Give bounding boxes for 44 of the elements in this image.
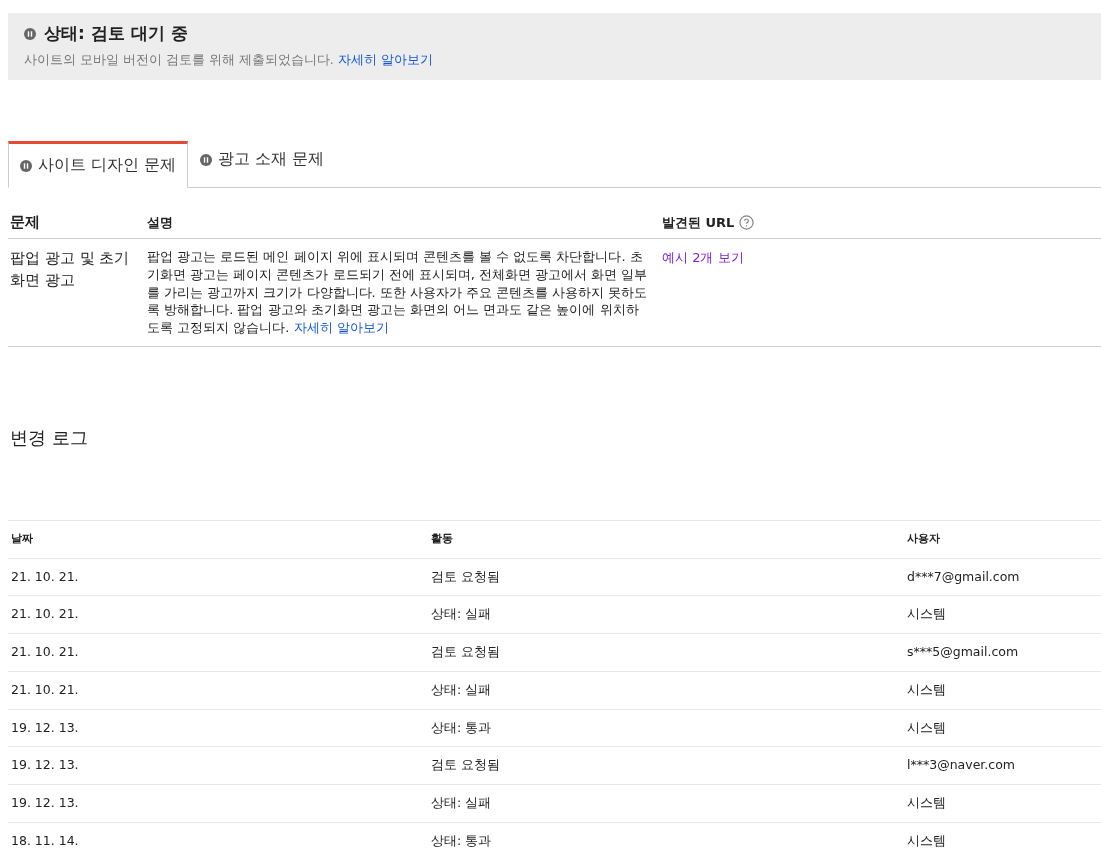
table-cell: 21. 10. 21.	[11, 681, 79, 697]
table-cell: 상태: 통과	[431, 832, 492, 848]
table-cell: 시스템	[907, 832, 946, 848]
table-cell: l***3@naver.com	[907, 757, 1015, 773]
help-icon[interactable]	[738, 214, 754, 230]
column-header: 문제	[10, 212, 40, 231]
table-cell: 19. 12. 13.	[11, 795, 79, 811]
table-cell: 검토 요청됨	[431, 644, 500, 660]
pause-icon	[24, 27, 36, 40]
table-cell: 21. 10. 21.	[11, 568, 79, 584]
table-cell: d***7@gmail.com	[907, 568, 1020, 584]
table-cell: 21. 10. 21.	[11, 606, 79, 622]
table-cell: s***5@gmail.com	[907, 644, 1019, 660]
table-cell: 상태: 실패	[431, 795, 492, 811]
section-title: 변경 로그	[10, 426, 89, 449]
learn-more-link[interactable]: 자세히 알아보기	[293, 319, 389, 335]
table-cell: 시스템	[907, 795, 946, 811]
status-message: 사이트의 모바일 버전이 검토를 위해 제출되었습니다.	[24, 51, 334, 67]
table-cell: 시스템	[907, 606, 946, 622]
table-cell: 시스템	[907, 719, 946, 735]
column-header: 사용자	[907, 532, 940, 546]
column-header: 날짜	[11, 532, 33, 546]
table-cell: 21. 10. 21.	[11, 644, 79, 660]
issue-description: 팝업 광고는 로드된 메인 페이지 위에 표시되며 콘텐츠를 볼 수 없도록 차단합니다. 초기화면 광고는 페이지 콘텐츠가 로드되기 전에 표시되며, 전체화면 광고에서 화면 일부를 가리는 광고까지 크기가 다양합니다. 또한 사용자가 주요 콘텐츠를 사용하지 못하도록 방해합니다. 팝업 광고와 초기화면 광고는 화면의 어느 면과도 같은 높이에 위치하도록 고정되지 않습니다. 자세히 알아보기	[147, 248, 648, 337]
column-header: 활동	[431, 532, 453, 546]
pause-icon	[199, 153, 212, 166]
examples-link[interactable]: 예시 2개 보기	[662, 250, 744, 266]
table-cell: 상태: 통과	[431, 719, 492, 735]
table-cell: 상태: 실패	[431, 681, 492, 697]
table-cell: 검토 요청됨	[431, 757, 500, 773]
status-title: 상태: 검토 대기 중	[44, 22, 188, 45]
table-cell: 검토 요청됨	[431, 568, 500, 584]
table-cell: 19. 12. 13.	[11, 757, 79, 773]
tab[interactable]: 광고 소재 문제	[187, 141, 336, 182]
tab[interactable]: 사이트 디자인 문제	[8, 141, 188, 188]
table-cell: 19. 12. 13.	[11, 719, 79, 735]
table-cell: 18. 11. 14.	[11, 832, 79, 848]
pause-icon	[20, 159, 32, 172]
column-header: 설명	[147, 214, 173, 230]
column-header: 발견된 URL	[662, 214, 735, 230]
table-cell: 시스템	[907, 681, 946, 697]
issue-name: 팝업 광고 및 초기화면 광고	[10, 249, 130, 289]
table-cell: 상태: 실패	[431, 606, 492, 622]
learn-more-link[interactable]: 자세히 알아보기	[337, 51, 433, 67]
